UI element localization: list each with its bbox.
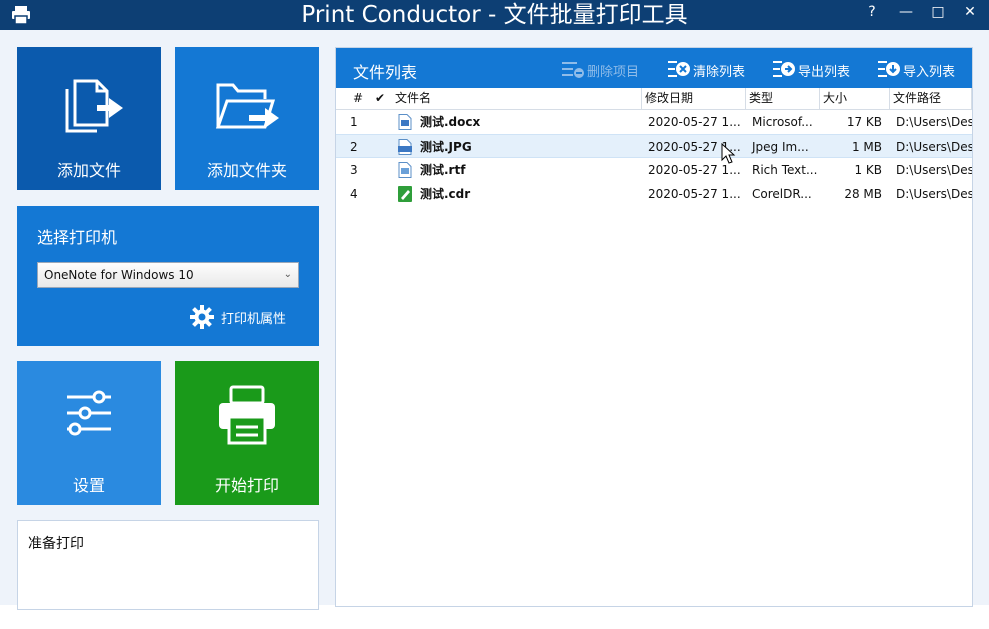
settings-button[interactable]: 设置 bbox=[17, 361, 161, 505]
row-filename: 测试.docx bbox=[420, 115, 481, 129]
word-doc-icon bbox=[398, 114, 412, 130]
column-header-check[interactable]: ✔ bbox=[372, 88, 390, 109]
row-path: D:\Users\Des bbox=[896, 187, 972, 201]
row-type: Microsof... bbox=[752, 115, 813, 129]
clear-list-icon bbox=[668, 61, 690, 77]
import-list-icon bbox=[878, 61, 900, 77]
row-num: 3 bbox=[350, 163, 358, 177]
row-type: Rich Text... bbox=[752, 163, 818, 177]
close-button[interactable]: ✕ bbox=[953, 0, 987, 26]
main-area: 添加文件 添加文件夹 选择打印机 OneNote for Windows 10 … bbox=[0, 30, 989, 610]
rtf-doc-icon bbox=[398, 162, 412, 178]
row-path: D:\Users\Des bbox=[896, 140, 972, 154]
column-header-type[interactable]: 类型 bbox=[746, 88, 820, 109]
minimize-button[interactable]: — bbox=[889, 0, 923, 26]
row-name-cell: 测试.cdr bbox=[392, 182, 642, 206]
jpg-image-icon bbox=[398, 139, 412, 155]
row-size: 1 KB bbox=[854, 163, 882, 177]
status-box: 准备打印 bbox=[17, 520, 319, 610]
row-path: D:\Users\Des bbox=[896, 115, 972, 129]
export-list-label: 导出列表 bbox=[798, 65, 851, 80]
column-header-name[interactable]: 文件名 bbox=[392, 88, 642, 109]
maximize-button[interactable]: □ bbox=[921, 0, 955, 26]
printer-properties-label: 打印机属性 bbox=[221, 312, 287, 327]
row-size: 1 MB bbox=[851, 140, 882, 154]
delete-list-icon bbox=[562, 62, 584, 78]
row-date: 2020-05-27 1... bbox=[648, 115, 741, 129]
file-list-header: 文件列表 删除项目 清除列表 导出列表 导入列表 bbox=[336, 48, 972, 88]
row-name-cell: 测试.JPG bbox=[392, 135, 642, 157]
row-path: D:\Users\Des bbox=[896, 163, 972, 177]
add-file-icon bbox=[65, 79, 123, 133]
column-header-date[interactable]: 修改日期 bbox=[642, 88, 746, 109]
start-print-button[interactable]: 开始打印 bbox=[175, 361, 319, 505]
file-table-header: # ✔ 文件名 修改日期 类型 大小 文件路径 bbox=[336, 88, 972, 110]
row-name-cell: 测试.docx bbox=[392, 110, 642, 134]
add-folder-button[interactable]: 添加文件夹 bbox=[175, 47, 319, 190]
row-type: CorelDR... bbox=[752, 187, 812, 201]
column-header-path[interactable]: 文件路径 bbox=[890, 88, 972, 109]
printer-icon bbox=[219, 385, 275, 445]
row-name-cell: 测试.rtf bbox=[392, 158, 642, 182]
add-files-button[interactable]: 添加文件 bbox=[17, 47, 161, 190]
row-filename: 测试.rtf bbox=[420, 163, 466, 177]
start-print-label: 开始打印 bbox=[214, 476, 279, 495]
table-row[interactable]: 1 测试.docx 2020-05-27 1... Microsof... 17… bbox=[336, 110, 972, 134]
table-row[interactable]: 2 测试.JPG 2020-05-27 1... Jpeg Im... 1 MB… bbox=[336, 134, 972, 158]
printer-panel: 选择打印机 OneNote for Windows 10 ⌄ 打印机属性 bbox=[17, 206, 319, 346]
row-date: 2020-05-27 1... bbox=[648, 187, 741, 201]
select-printer-label: 选择打印机 bbox=[37, 228, 118, 247]
row-size: 17 KB bbox=[846, 115, 882, 129]
row-filename: 测试.cdr bbox=[420, 187, 471, 201]
file-list-title: 文件列表 bbox=[353, 63, 418, 82]
add-folder-icon bbox=[215, 83, 279, 129]
column-header-num[interactable]: # bbox=[350, 88, 370, 109]
printer-select[interactable]: OneNote for Windows 10 ⌄ bbox=[37, 262, 299, 288]
mouse-cursor-icon bbox=[721, 143, 736, 164]
export-list-icon bbox=[773, 61, 795, 77]
row-num: 2 bbox=[350, 140, 358, 154]
settings-label: 设置 bbox=[72, 476, 105, 495]
printer-select-value: OneNote for Windows 10 bbox=[44, 268, 194, 282]
row-type: Jpeg Im... bbox=[752, 140, 809, 154]
file-list-panel: 文件列表 删除项目 清除列表 导出列表 导入列表 # ✔ 文件名 修改日期 类型… bbox=[335, 47, 973, 607]
row-num: 4 bbox=[350, 187, 358, 201]
window-title: Print Conductor - 文件批量打印工具 bbox=[301, 2, 688, 28]
add-folder-label: 添加文件夹 bbox=[206, 161, 287, 180]
file-table: # ✔ 文件名 修改日期 类型 大小 文件路径 1 测试.docx 2020-0… bbox=[336, 88, 972, 206]
clear-list-label: 清除列表 bbox=[693, 65, 746, 80]
status-text: 准备打印 bbox=[28, 536, 84, 552]
table-row[interactable]: 4 测试.cdr 2020-05-27 1... CorelDR... 28 M… bbox=[336, 182, 972, 206]
row-size: 28 MB bbox=[844, 187, 882, 201]
coreldraw-icon bbox=[398, 186, 412, 202]
gear-icon bbox=[190, 305, 214, 329]
column-header-size[interactable]: 大小 bbox=[820, 88, 890, 109]
delete-item-label: 删除项目 bbox=[587, 65, 640, 80]
row-filename: 测试.JPG bbox=[420, 140, 472, 154]
add-files-label: 添加文件 bbox=[56, 161, 121, 180]
help-button[interactable]: ? bbox=[855, 0, 889, 26]
row-num: 1 bbox=[350, 115, 358, 129]
table-row[interactable]: 3 测试.rtf 2020-05-27 1... Rich Text... 1 … bbox=[336, 158, 972, 182]
title-bar: Print Conductor - 文件批量打印工具 ? — □ ✕ bbox=[0, 0, 989, 30]
sliders-icon bbox=[67, 390, 111, 436]
chevron-down-icon: ⌄ bbox=[283, 269, 292, 280]
import-list-label: 导入列表 bbox=[903, 65, 956, 80]
